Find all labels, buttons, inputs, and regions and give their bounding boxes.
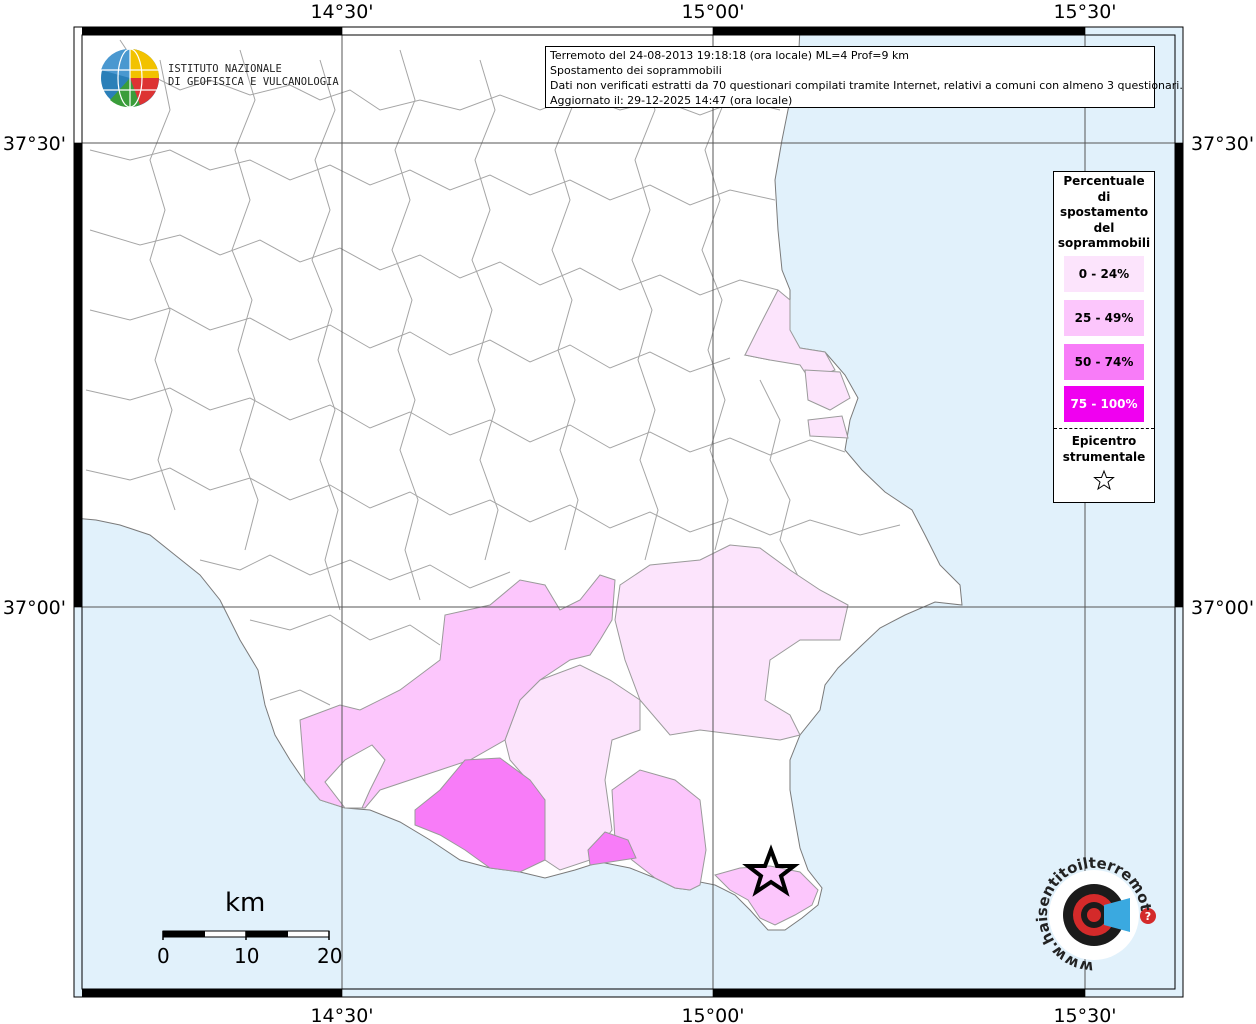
legend-star-icon bbox=[1093, 469, 1115, 490]
scale-unit: km bbox=[225, 888, 266, 918]
ingv-logo-icon bbox=[101, 48, 159, 108]
scale-label-10: 10 bbox=[234, 944, 260, 968]
intensity-map: 14°30' 15°00' 15°30' 14°30' 15°00' 15°30… bbox=[0, 0, 1254, 1024]
legend-epicenter-title: Epicentro strumentale bbox=[1054, 433, 1154, 465]
info-line-updated: Aggiornato il: 29-12-2025 14:47 (ora loc… bbox=[550, 94, 793, 107]
legend-swatch-75-100: 75 - 100% bbox=[1064, 385, 1144, 422]
legend-title-line: del bbox=[1093, 220, 1115, 235]
legend-swatch-50-74: 50 - 74% bbox=[1064, 343, 1144, 380]
legend-label: 50 - 74% bbox=[1074, 354, 1134, 369]
lat-labels-right: 37°30' 37°00' bbox=[1191, 133, 1254, 619]
lat-label: 37°30' bbox=[1191, 133, 1254, 155]
logo-line1: ISTITUTO NAZIONALE bbox=[168, 63, 282, 75]
legend-title-line: soprammobili bbox=[1057, 236, 1151, 250]
legend-title-line: Percentuale bbox=[1063, 174, 1145, 188]
scale-label-0: 0 bbox=[157, 944, 170, 968]
lat-label: 37°00' bbox=[3, 597, 66, 619]
ingv-logo-text: ISTITUTO NAZIONALE DI GEOFISICA E VULCAN… bbox=[168, 63, 339, 89]
lon-label: 14°30' bbox=[310, 1, 373, 23]
svg-text:?: ? bbox=[1145, 910, 1151, 923]
lon-label: 15°30' bbox=[1053, 1, 1116, 23]
lon-label: 14°30' bbox=[310, 1005, 373, 1024]
lat-label: 37°00' bbox=[1191, 597, 1254, 619]
legend: Percentuale di spostamento del soprammob… bbox=[1053, 171, 1155, 503]
lon-label: 15°30' bbox=[1053, 1005, 1116, 1024]
lat-label: 37°30' bbox=[3, 133, 66, 155]
legend-title-line: spostamento bbox=[1059, 205, 1149, 219]
area-0-24-coast2 bbox=[807, 415, 849, 439]
legend-label: 25 - 49% bbox=[1074, 310, 1134, 325]
legend-label: 0 - 24% bbox=[1078, 266, 1130, 281]
lon-label: 15°00' bbox=[681, 1, 744, 23]
legend-swatch-0-24: 0 - 24% bbox=[1064, 255, 1144, 292]
info-line-parameter: Spostamento dei soprammobili bbox=[550, 64, 722, 77]
legend-epicenter-line: strumentale bbox=[1062, 449, 1146, 464]
legend-title-line: di bbox=[1097, 189, 1111, 204]
info-line-source: Dati non verificati estratti da 70 quest… bbox=[550, 79, 1183, 92]
scale-label-20: 20 bbox=[317, 944, 343, 968]
legend-title: Percentuale di spostamento del soprammob… bbox=[1054, 174, 1154, 252]
lon-labels-top: 14°30' 15°00' 15°30' bbox=[310, 1, 1116, 23]
logo-line2: DI GEOFISICA E VULCANOLOGIA bbox=[168, 76, 339, 88]
lat-labels-left: 37°30' 37°00' bbox=[3, 133, 66, 619]
lon-label: 15°00' bbox=[681, 1005, 744, 1024]
legend-epicenter-line: Epicentro bbox=[1071, 433, 1137, 448]
legend-divider bbox=[1054, 427, 1154, 429]
info-line-event: Terremoto del 24-08-2013 19:18:18 (ora l… bbox=[550, 49, 910, 62]
info-box: Terremoto del 24-08-2013 19:18:18 (ora l… bbox=[545, 46, 1183, 108]
legend-swatch-25-49: 25 - 49% bbox=[1064, 299, 1144, 336]
legend-label: 75 - 100% bbox=[1070, 396, 1138, 411]
lon-labels-bottom: 14°30' 15°00' 15°30' bbox=[310, 1005, 1116, 1024]
